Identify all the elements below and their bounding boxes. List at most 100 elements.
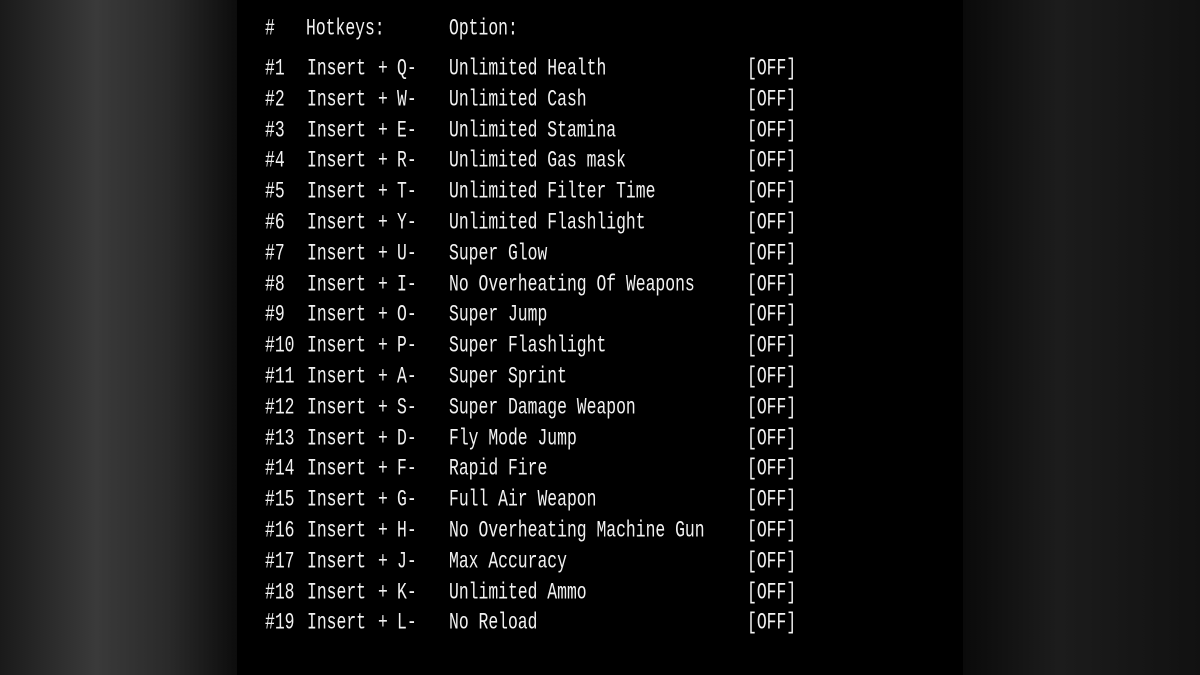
hotkey-key: U- — [397, 241, 417, 267]
cheat-option: Full Air Weapon — [449, 487, 597, 514]
hotkey-modifier: Insert — [307, 303, 366, 329]
cheat-row[interactable]: #5 Insert + T- Unlimited Filter Time [OFF] — [237, 179, 963, 211]
cheat-row[interactable]: #1 Insert + Q- Unlimited Health [OFF] — [237, 56, 963, 88]
cheat-row[interactable]: #11 Insert + A- Super Sprint [OFF] — [237, 364, 963, 396]
cheat-state: [OFF] — [747, 303, 797, 329]
cheat-state: [OFF] — [747, 179, 797, 206]
header-num: # — [265, 16, 275, 43]
cheat-row[interactable]: #16 Insert + H- No Overheating Machine Gun [O… — [237, 518, 963, 550]
cheat-number: #2 — [265, 87, 285, 113]
hotkey-modifier: Insert — [307, 241, 366, 267]
cheat-row[interactable]: #9 Insert + O- Super Jump [OFF] — [237, 303, 963, 334]
cheat-option: Max Accuracy — [449, 549, 567, 575]
cheat-option: Rapid Fire — [449, 457, 548, 483]
cheat-option: Unlimited Gas mask — [449, 149, 626, 175]
cheat-row[interactable]: #7 Insert + U- Super Glow [OFF] — [237, 241, 963, 273]
plus-sign: + — [378, 549, 388, 575]
cheat-state: [OFF] — [747, 210, 797, 237]
cheat-number: #7 — [265, 241, 285, 267]
hotkey-modifier: Insert — [307, 364, 366, 391]
hotkey-modifier: Insert — [307, 87, 366, 113]
plus-sign: + — [378, 149, 388, 175]
hotkey-key: J- — [397, 549, 417, 575]
background-right — [963, 0, 1200, 675]
hotkey-modifier: Insert — [307, 210, 366, 237]
cheat-state: [OFF] — [747, 457, 797, 483]
hotkey-modifier: Insert — [307, 118, 366, 144]
cheat-option: Super Flashlight — [449, 333, 607, 360]
cheat-row[interactable]: #6 Insert + Y- Unlimited Flashlight [OFF] — [237, 210, 963, 242]
hotkey-modifier: Insert — [307, 611, 366, 637]
cheat-option: Super Damage Weapon — [449, 395, 636, 421]
hotkey-modifier: Insert — [307, 580, 366, 606]
hotkey-key: A- — [397, 364, 417, 391]
plus-sign: + — [378, 518, 388, 545]
hotkey-modifier: Insert — [307, 457, 366, 483]
cheat-number: #11 — [265, 364, 295, 391]
cheat-number: #9 — [265, 303, 285, 329]
hotkey-key: L- — [397, 611, 417, 637]
cheat-number: #15 — [265, 487, 295, 514]
cheat-option: Super Glow — [449, 241, 548, 267]
cheat-number: #13 — [265, 426, 295, 452]
hotkey-key: Q- — [397, 56, 417, 83]
cheat-number: #16 — [265, 518, 295, 545]
hotkey-modifier: Insert — [307, 333, 366, 360]
cheat-number: #4 — [265, 149, 285, 175]
hotkey-key: T- — [397, 179, 417, 206]
hotkey-key: H- — [397, 518, 417, 545]
cheat-option: No Overheating Of Weapons — [449, 272, 695, 298]
hotkey-key: W- — [397, 87, 417, 113]
cheat-number: #17 — [265, 549, 295, 575]
plus-sign: + — [378, 611, 388, 637]
cheat-number: #8 — [265, 272, 285, 298]
cheat-state: [OFF] — [747, 426, 797, 452]
cheat-state: [OFF] — [747, 549, 797, 575]
cheat-row[interactable]: #13 Insert + D- Fly Mode Jump [OFF] — [237, 426, 963, 458]
hotkey-key: D- — [397, 426, 417, 452]
hotkey-key: S- — [397, 395, 417, 421]
plus-sign: + — [378, 56, 388, 83]
cheat-option: Super Jump — [449, 303, 548, 329]
hotkey-modifier: Insert — [307, 518, 366, 545]
cheat-row[interactable]: #19 Insert + L- No Reload [OFF] — [237, 611, 963, 642]
cheat-option: Fly Mode Jump — [449, 426, 577, 452]
hotkey-key: Y- — [397, 210, 417, 237]
header-option: Option: — [449, 16, 518, 43]
trainer-panel: # Hotkeys: Option: #1 Insert + Q- Unlimited … — [237, 0, 963, 675]
cheat-option: Unlimited Ammo — [449, 580, 587, 606]
plus-sign: + — [378, 457, 388, 483]
hotkey-key: R- — [397, 149, 417, 175]
cheat-state: [OFF] — [747, 241, 797, 267]
cheat-state: [OFF] — [747, 395, 797, 421]
cheat-number: #1 — [265, 56, 285, 83]
cheat-state: [OFF] — [747, 518, 797, 545]
cheat-row[interactable]: #3 Insert + E- Unlimited Stamina [OFF] — [237, 118, 963, 150]
cheat-row[interactable]: #17 Insert + J- Max Accuracy [OFF] — [237, 549, 963, 581]
header-hotkeys: Hotkeys: — [306, 16, 385, 43]
cheat-row[interactable]: #8 Insert + I- No Overheating Of Weapons [OFF… — [237, 272, 963, 304]
hotkey-modifier: Insert — [307, 395, 366, 421]
cheat-state: [OFF] — [747, 364, 797, 391]
hotkey-modifier: Insert — [307, 272, 366, 298]
cheat-state: [OFF] — [747, 611, 797, 637]
plus-sign: + — [378, 580, 388, 606]
cheat-number: #3 — [265, 118, 285, 144]
cheat-row[interactable]: #2 Insert + W- Unlimited Cash [OFF] — [237, 87, 963, 119]
cheat-row[interactable]: #10 Insert + P- Super Flashlight [OFF] — [237, 333, 963, 365]
cheat-row[interactable]: #18 Insert + K- Unlimited Ammo [OFF] — [237, 580, 963, 612]
hotkey-modifier: Insert — [307, 487, 366, 514]
hotkey-key: P- — [397, 333, 417, 360]
cheat-number: #10 — [265, 333, 295, 360]
cheat-row[interactable]: #15 Insert + G- Full Air Weapon [OFF] — [237, 487, 963, 519]
plus-sign: + — [378, 487, 388, 514]
cheat-row[interactable]: #4 Insert + R- Unlimited Gas mask [OFF] — [237, 149, 963, 180]
cheat-row[interactable]: #12 Insert + S- Super Damage Weapon [OFF] — [237, 395, 963, 427]
plus-sign: + — [378, 241, 388, 267]
cheat-option: Unlimited Flashlight — [449, 210, 646, 237]
plus-sign: + — [378, 118, 388, 144]
cheat-option: No Reload — [449, 611, 538, 637]
cheat-state: [OFF] — [747, 487, 797, 514]
hotkey-key: G- — [397, 487, 417, 514]
cheat-row[interactable]: #14 Insert + F- Rapid Fire [OFF] — [237, 457, 963, 488]
